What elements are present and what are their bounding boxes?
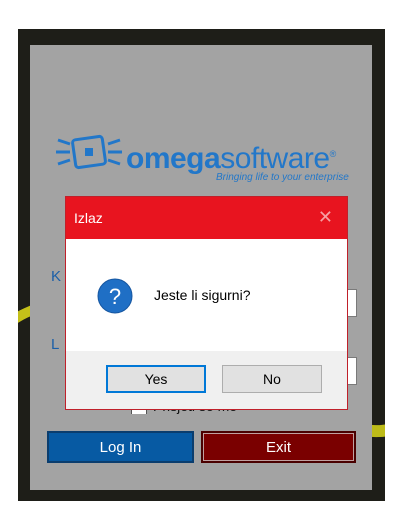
brand-name: omegasoftware® — [126, 142, 336, 176]
username-input-edge[interactable] — [347, 289, 357, 317]
question-icon: ? — [97, 278, 133, 314]
svg-text:?: ? — [109, 284, 121, 309]
exit-button[interactable]: Exit — [201, 431, 356, 463]
trademark: ® — [329, 149, 337, 159]
password-input-edge[interactable] — [347, 357, 357, 385]
omega-logo: omegasoftware® Bringing life to your ent… — [56, 120, 366, 190]
yes-button[interactable]: Yes — [106, 365, 206, 393]
tagline: Bringing life to your enterprise — [216, 172, 349, 183]
brand-bold: omega — [126, 142, 221, 175]
omega-logo-icon — [56, 134, 122, 170]
dialog-body: ? Jeste li sigurni? — [66, 239, 347, 351]
dialog-message: Jeste li sigurni? — [154, 287, 251, 303]
no-button[interactable]: No — [222, 365, 322, 393]
dialog-title-bar[interactable]: Izlaz ✕ — [66, 197, 347, 239]
confirm-exit-dialog: Izlaz ✕ ? Jeste li sigurni? Yes No — [65, 196, 348, 410]
brand-light: software — [220, 142, 330, 175]
close-icon[interactable]: ✕ — [318, 207, 333, 228]
dialog-footer: Yes No — [66, 351, 347, 409]
username-label-partial: K — [51, 268, 62, 285]
login-button[interactable]: Log In — [47, 431, 194, 463]
password-label-partial: L — [51, 336, 60, 353]
dialog-title: Izlaz — [74, 210, 103, 226]
